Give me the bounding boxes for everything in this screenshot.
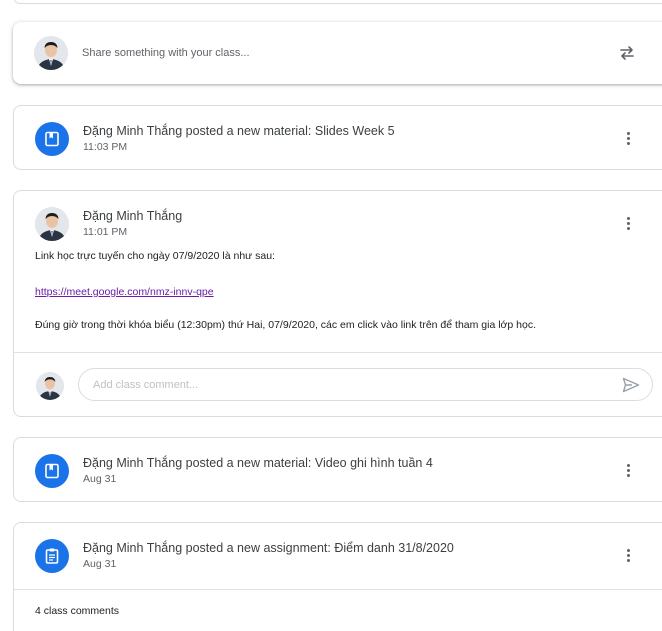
share-placeholder[interactable]: Share something with your class... (82, 47, 250, 59)
post-title[interactable]: Đặng Minh Thắng posted a new assignment:… (83, 541, 454, 555)
repost-icon[interactable] (617, 43, 637, 63)
assignment-icon (35, 539, 69, 573)
post-time: 11:01 PM (83, 226, 128, 238)
stream-item-announcement: Đặng Minh Thắng 11:01 PM Link học trực t… (13, 190, 662, 417)
post-time: Aug 31 (83, 473, 117, 485)
class-comment-input[interactable]: Add class comment... (78, 368, 653, 401)
post-body-line: Link học trực tuyến cho ngày 07/9/2020 l… (35, 250, 275, 262)
more-vert-icon[interactable] (620, 215, 636, 233)
more-vert-icon[interactable] (620, 130, 636, 148)
avatar (36, 372, 64, 400)
divider (14, 352, 662, 353)
bookmark-icon (35, 454, 69, 488)
comment-placeholder: Add class comment... (93, 379, 199, 391)
avatar (34, 36, 68, 70)
meet-link[interactable]: https://meet.google.com/nmz-innv-qpe (35, 286, 214, 298)
author-name[interactable]: Đặng Minh Thắng (83, 209, 182, 223)
class-comments-count[interactable]: 4 class comments (35, 605, 119, 617)
stream-item-material[interactable]: Đặng Minh Thắng posted a new material: S… (13, 105, 662, 170)
send-icon[interactable] (622, 377, 640, 393)
post-time: Aug 31 (83, 558, 117, 570)
share-card[interactable]: Share something with your class... (13, 22, 662, 84)
stream-item-assignment[interactable]: Đặng Minh Thắng posted a new assignment:… (13, 522, 662, 631)
more-vert-icon[interactable] (620, 547, 636, 565)
previous-card-edge (13, 0, 662, 4)
post-title[interactable]: Đặng Minh Thắng posted a new material: V… (83, 456, 433, 470)
avatar (35, 207, 69, 241)
post-title[interactable]: Đặng Minh Thắng posted a new material: S… (83, 124, 395, 138)
post-body-line: Đúng giờ trong thời khóa biểu (12:30pm) … (35, 319, 537, 331)
divider (14, 589, 662, 590)
stream-item-material[interactable]: Đặng Minh Thắng posted a new material: V… (13, 437, 662, 502)
more-vert-icon[interactable] (620, 462, 636, 480)
bookmark-icon (35, 122, 69, 156)
post-time: 11:03 PM (83, 141, 128, 153)
